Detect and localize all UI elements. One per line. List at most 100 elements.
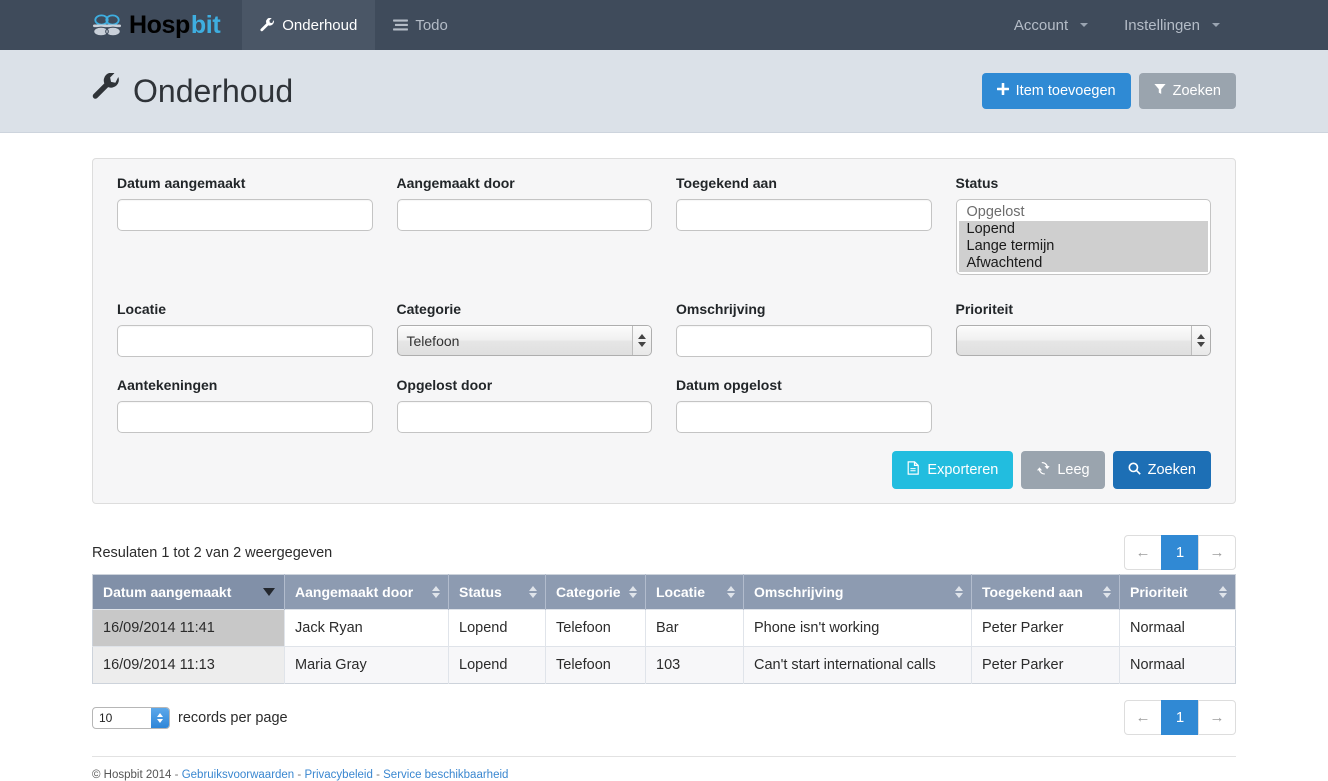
page-prev-button[interactable]: ← [1124,700,1162,735]
field-label: Status [955,175,999,191]
column-label: Prioriteit [1130,583,1188,600]
navbar-left: Hosp bit Onderhoud Todo [0,0,466,50]
site-footer: © Hospbit 2014 - Gebruiksvoorwaarden - P… [92,755,1236,781]
field-label: Toegekend aan [676,175,777,191]
triangle-down-icon [1197,342,1205,347]
field-label: Prioriteit [955,301,1014,317]
triangle-up-icon [638,334,646,339]
aantekeningen-input[interactable] [117,401,373,433]
brand-name-accent: bit [190,10,221,39]
column-header-omschrijving[interactable]: Omschrijving [743,574,972,609]
table-row[interactable]: 16/09/2014 11:41 Jack Ryan Lopend Telefo… [92,608,1236,646]
field-label: Datum aangemaakt [117,175,246,191]
categorie-select-value: Telefoon [396,325,652,356]
page-next-button[interactable]: → [1198,535,1236,570]
page-next-button[interactable]: → [1198,700,1236,735]
export-button[interactable]: Exporteren [892,451,1014,489]
column-header-aangemaakt-door[interactable]: Aangemaakt door [284,574,449,609]
nav-menu-instellingen[interactable]: Instellingen [1106,0,1238,50]
add-item-button[interactable]: Item toevoegen [981,73,1131,109]
pdf-file-icon [907,461,920,479]
column-header-prioriteit[interactable]: Prioriteit [1119,574,1236,609]
footer-link-availability[interactable]: Service beschikbaarheid [383,769,508,781]
footer-separator: - [174,768,179,781]
column-header-categorie[interactable]: Categorie [545,574,646,609]
field-label: Aantekeningen [117,377,218,393]
search-submit-button[interactable]: Zoeken [1112,451,1211,489]
stepper-arrows-icon[interactable] [632,326,651,355]
footer-link-privacy[interactable]: Privacybeleid [304,769,372,781]
sort-both-icon [629,585,637,598]
brand-name-primary: Hosp [129,10,190,39]
table-row[interactable]: 16/09/2014 11:13 Maria Gray Lopend Telef… [92,645,1236,683]
sort-both-icon [727,585,735,598]
cell-status: Lopend [448,645,546,683]
cell-toegekend-aan: Peter Parker [971,645,1120,683]
status-option[interactable]: Opgelost [959,204,1209,221]
field-datum-aangemaakt: Datum aangemaakt [105,175,385,275]
plus-icon [996,83,1009,99]
table-body: 16/09/2014 11:41 Jack Ryan Lopend Telefo… [92,608,1236,683]
table-header-row: Datum aangemaakt Aangemaakt door Status … [92,574,1236,609]
results-table: Datum aangemaakt Aangemaakt door Status … [92,573,1236,684]
cell-prioriteit: Normaal [1119,608,1236,646]
triangle-down-icon [638,342,646,347]
aangemaakt-door-input[interactable] [396,199,652,231]
nav-menu-account[interactable]: Account [996,0,1106,50]
field-toegekend-aan: Toegekend aan [664,175,944,275]
field-omschrijving: Omschrijving [664,301,944,357]
stepper-arrows-icon[interactable] [1191,326,1210,355]
column-header-toegekend-aan[interactable]: Toegekend aan [971,574,1120,609]
column-label: Status [459,583,502,600]
sort-both-icon [1219,585,1227,598]
status-option[interactable]: Afwachtend [958,255,1208,272]
categorie-select[interactable]: Telefoon [396,325,652,356]
column-label: Omschrijving [754,583,844,600]
nav-item-todo[interactable]: Todo [375,0,466,50]
clear-button[interactable]: Leeg [1021,451,1105,489]
column-label: Toegekend aan [982,583,1083,600]
page-header: Onderhoud Item toevoegen Zoeken [0,50,1328,133]
filter-icon [1154,83,1166,99]
omschrijving-input[interactable] [676,325,932,357]
prioriteit-select[interactable] [955,325,1211,356]
pagination-bottom: ← 1 → [1124,700,1236,735]
cell-aangemaakt-door: Maria Gray [284,645,449,683]
page-title: Onderhoud [92,72,293,110]
sort-descending-icon [263,587,275,596]
column-header-status[interactable]: Status [448,574,546,609]
status-option[interactable]: Lange termijn [958,238,1208,255]
column-header-datum-aangemaakt[interactable]: Datum aangemaakt [92,574,285,609]
toggle-search-label: Zoeken [1172,82,1221,99]
locatie-input[interactable] [117,325,373,357]
page-number-button[interactable]: 1 [1161,535,1199,570]
field-empty-slot [944,377,1224,433]
results-bar: Resulaten 1 tot 2 van 2 weergegeven ← 1 … [92,532,1236,574]
chevron-down-icon [1212,23,1220,27]
status-option[interactable]: Lopend [958,221,1208,238]
filter-row-spacer [105,357,1223,377]
field-label: Aangemaakt door [396,175,515,191]
wrench-icon [92,72,121,110]
brand-logo[interactable]: Hosp bit [92,0,242,50]
datum-opgelost-input[interactable] [676,401,932,433]
search-submit-label: Zoeken [1147,461,1196,478]
filter-row-2: Locatie Categorie Telefoon Omschrijving [105,301,1223,357]
column-header-locatie[interactable]: Locatie [645,574,744,609]
page-number-button[interactable]: 1 [1161,700,1199,735]
page-prev-button[interactable]: ← [1124,535,1162,570]
opgelost-door-input[interactable] [396,401,652,433]
column-label: Aangemaakt door [295,583,414,600]
field-locatie: Locatie [105,301,385,357]
cell-status: Lopend [448,608,546,646]
records-per-page-select[interactable]: 10 [92,706,170,729]
toegekend-aan-input[interactable] [676,199,932,231]
records-per-page-control: 10 records per page [92,706,288,729]
footer-link-terms[interactable]: Gebruiksvoorwaarden [182,769,295,781]
toggle-search-button[interactable]: Zoeken [1138,73,1236,109]
stepper-arrows-icon[interactable] [151,707,169,728]
nav-item-onderhoud[interactable]: Onderhoud [242,0,376,50]
cell-prioriteit: Normaal [1119,645,1236,683]
datum-aangemaakt-input[interactable] [117,199,373,231]
status-listbox[interactable]: Opgelost Lopend Lange termijn Afwachtend [955,199,1211,275]
